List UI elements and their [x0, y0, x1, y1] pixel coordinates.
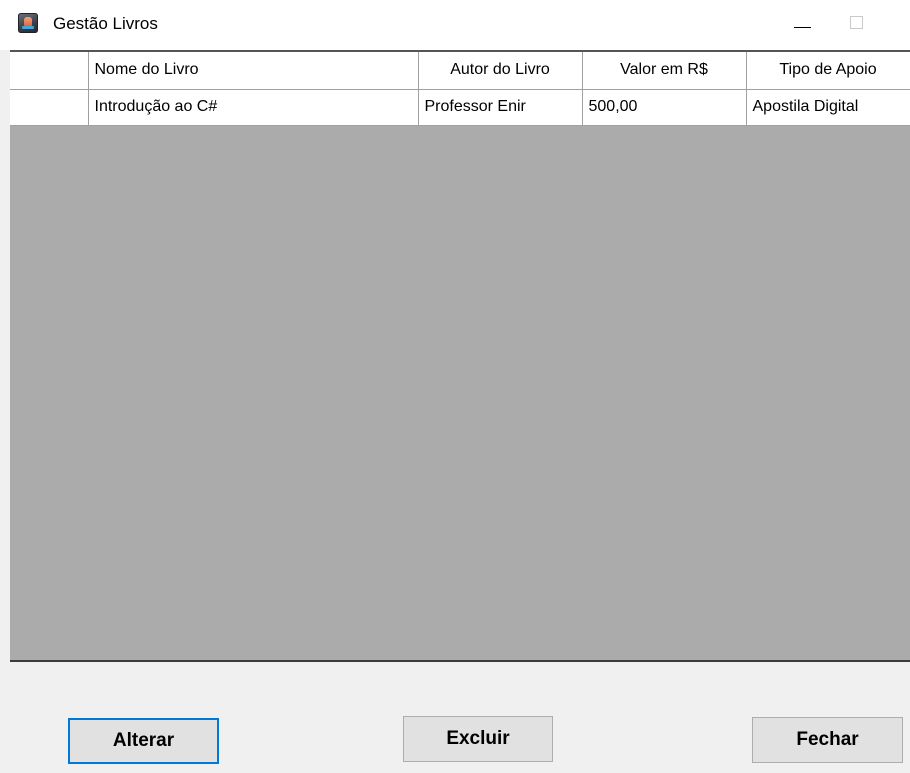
cell-autor[interactable]: Professor Enir: [418, 89, 583, 126]
minimize-button[interactable]: [790, 12, 820, 36]
excluir-button[interactable]: Excluir: [403, 716, 553, 762]
row-header-cell[interactable]: [10, 89, 89, 126]
cell-valor[interactable]: 500,00: [582, 89, 747, 126]
window-title: Gestão Livros: [53, 14, 158, 33]
maximize-button[interactable]: [843, 12, 873, 36]
title-bar: Gestão Livros: [0, 0, 910, 50]
column-header-nome[interactable]: Nome do Livro: [88, 52, 419, 90]
fechar-button[interactable]: Fechar: [752, 717, 903, 763]
top-left-header-cell[interactable]: [10, 52, 89, 90]
column-header-valor[interactable]: Valor em R$: [582, 52, 747, 90]
header-row: Nome do Livro Autor do Livro Valor em R$…: [10, 52, 910, 90]
column-header-autor[interactable]: Autor do Livro: [418, 52, 583, 90]
cell-tipo[interactable]: Apostila Digital: [746, 89, 910, 126]
cell-nome[interactable]: Introdução ao C#: [88, 89, 419, 126]
alterar-button[interactable]: Alterar: [68, 718, 219, 764]
books-table: Nome do Livro Autor do Livro Valor em R$…: [10, 52, 910, 126]
column-header-tipo[interactable]: Tipo de Apoio: [746, 52, 910, 90]
maximize-icon: [850, 16, 863, 29]
app-icon: [18, 13, 38, 33]
books-data-grid[interactable]: Nome do Livro Autor do Livro Valor em R$…: [10, 50, 910, 662]
table-row[interactable]: Introdução ao C# Professor Enir 500,00 A…: [10, 89, 910, 126]
minimize-icon: [794, 27, 811, 28]
